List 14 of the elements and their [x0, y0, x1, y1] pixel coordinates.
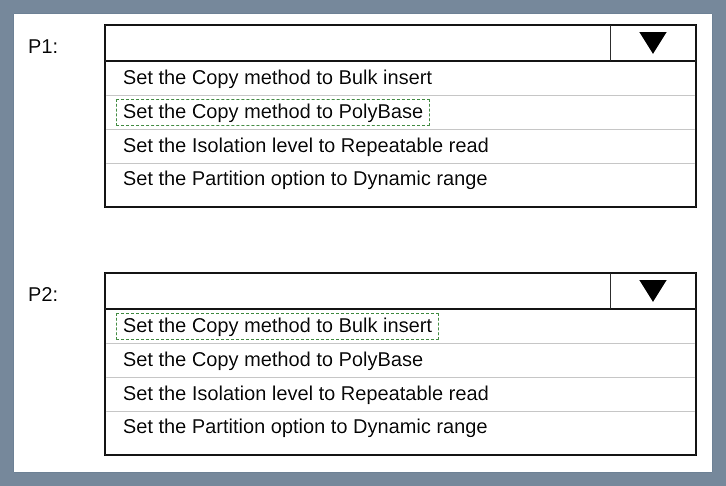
dropdown-option[interactable]: Set the Copy method to Bulk insert	[116, 65, 439, 92]
dropdown-option[interactable]: Set the Copy method to PolyBase	[116, 99, 430, 126]
dropdown-option[interactable]: Set the Partition option to Dynamic range	[116, 414, 495, 441]
question-label: P1:	[28, 35, 60, 59]
dropdown-field[interactable]	[104, 24, 697, 62]
dropdown-option[interactable]: Set the Copy method to PolyBase	[116, 347, 430, 374]
dropdown-arrow-icon	[639, 280, 667, 302]
dropdown-option[interactable]: Set the Isolation level to Repeatable read	[116, 133, 496, 160]
dropdown-option[interactable]: Set the Partition option to Dynamic range	[116, 166, 495, 193]
question-label: P2:	[28, 283, 60, 307]
dropdown-arrow-icon	[639, 32, 667, 54]
dropdown-option[interactable]: Set the Copy method to Bulk insert	[116, 313, 439, 340]
dropdown-option[interactable]: Set the Isolation level to Repeatable read	[116, 381, 496, 408]
dropdown-field[interactable]	[104, 272, 697, 310]
